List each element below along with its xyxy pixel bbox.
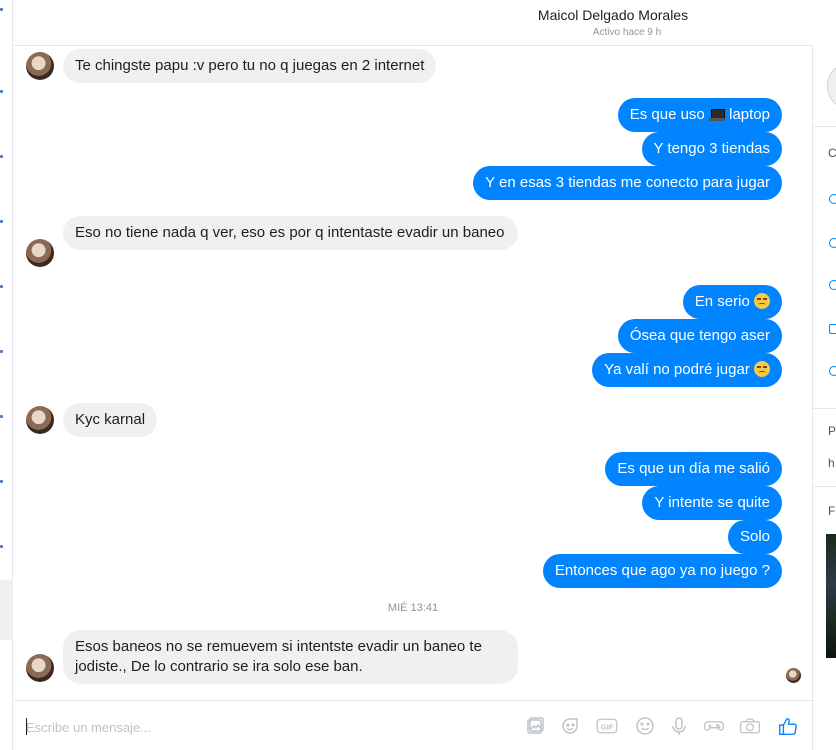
message-text: Ósea que tengo aser xyxy=(629,327,770,344)
game-controller-icon[interactable] xyxy=(701,715,727,737)
message-text: Te chingste papu :v pero tu no q juegas … xyxy=(75,57,425,74)
incoming-message[interactable]: Kyc karnal xyxy=(63,403,158,437)
message-text: Eso no tiene nada q ver, eso es por q in… xyxy=(75,224,505,241)
like-icon[interactable] xyxy=(776,715,800,737)
message-input[interactable] xyxy=(26,718,486,736)
incoming-message[interactable]: Te chingste papu :v pero tu no q juegas … xyxy=(63,49,437,83)
left-pane-edge xyxy=(0,0,13,750)
message-text: Y tengo 3 tiendas xyxy=(653,140,770,157)
left-pane-marker xyxy=(0,155,3,158)
outgoing-message[interactable]: Entonces que ago ya no juego ? xyxy=(542,554,782,588)
outgoing-message[interactable]: En serio xyxy=(682,285,782,319)
message-text: Kyc karnal xyxy=(75,411,146,428)
contact-avatar[interactable] xyxy=(26,52,54,80)
read-receipt-avatar xyxy=(786,668,801,683)
message-text: Y intente se quite xyxy=(654,494,770,511)
left-pane-marker xyxy=(0,285,3,288)
message-text: Entonces que ago ya no juego ? xyxy=(554,562,770,579)
message-composer: GIF xyxy=(14,700,812,750)
left-pane-selected-row[interactable] xyxy=(0,580,13,640)
photo-icon[interactable] xyxy=(524,715,546,737)
gif-label: GIF xyxy=(601,722,614,731)
emoji-icon[interactable] xyxy=(634,715,656,737)
outgoing-message[interactable]: Es que uso laptop xyxy=(617,98,782,132)
text-caret xyxy=(26,718,27,735)
left-pane-marker xyxy=(0,480,3,483)
divider xyxy=(813,408,836,409)
outgoing-message[interactable]: Ósea que tengo aser xyxy=(617,319,782,353)
contact-status: Activo hace 9 h xyxy=(592,27,662,38)
disappointed-face-emoji-icon xyxy=(754,361,770,377)
contact-avatar[interactable] xyxy=(26,654,54,682)
details-section-label: F xyxy=(828,504,836,518)
left-pane-marker xyxy=(0,350,3,353)
gif-icon[interactable]: GIF xyxy=(594,715,620,737)
details-avatar[interactable] xyxy=(827,62,836,110)
message-text: Es que uso xyxy=(629,106,705,123)
outgoing-message[interactable]: Y tengo 3 tiendas xyxy=(641,132,782,166)
divider xyxy=(813,486,836,487)
left-pane-marker xyxy=(0,8,3,11)
details-option-icon[interactable] xyxy=(829,366,836,376)
camera-icon[interactable] xyxy=(737,715,763,737)
incoming-message[interactable]: Esos baneos no se remuevem si intentste … xyxy=(63,630,518,684)
outgoing-message[interactable]: Es que un día me salió xyxy=(605,452,782,486)
conversation-header: Maicol Delgado Morales Activo hace 9 h xyxy=(14,0,812,46)
divider xyxy=(813,126,836,127)
sticker-icon[interactable] xyxy=(559,715,581,737)
laptop-emoji-icon xyxy=(708,108,725,122)
message-text: Solo xyxy=(739,528,770,545)
message-thread[interactable]: Te chingste papu :v pero tu no q juegas … xyxy=(14,46,812,700)
outgoing-message[interactable]: Solo xyxy=(727,520,782,554)
contact-name[interactable]: Maicol Delgado Morales xyxy=(14,7,812,23)
contact-avatar[interactable] xyxy=(26,406,54,434)
contact-avatar[interactable] xyxy=(26,239,54,267)
left-pane-marker xyxy=(0,90,3,93)
outgoing-message[interactable]: Y intente se quite xyxy=(642,486,782,520)
details-option-icon[interactable] xyxy=(829,194,836,204)
details-option-icon[interactable] xyxy=(829,238,836,248)
microphone-icon[interactable] xyxy=(668,715,690,737)
outgoing-message[interactable]: Ya valí no podré jugar xyxy=(592,353,782,387)
conversation-details-pane: C P h F xyxy=(812,46,836,750)
details-section-label: P xyxy=(828,424,836,438)
details-option-icon[interactable] xyxy=(829,324,836,334)
shared-photo-thumbnail[interactable] xyxy=(826,534,836,658)
message-text: Esos baneos no se remuevem si intentste … xyxy=(75,638,482,675)
message-text: En serio xyxy=(694,293,750,310)
left-pane-marker xyxy=(0,415,3,418)
details-link[interactable]: h xyxy=(828,456,835,470)
details-option-icon[interactable] xyxy=(829,280,836,290)
outgoing-message[interactable]: Y en esas 3 tiendas me conecto para juga… xyxy=(473,166,782,200)
message-text: Es que un día me salió xyxy=(617,460,770,477)
timestamp-divider: MIÉ 13:41 xyxy=(387,602,439,614)
message-text: Ya valí no podré jugar xyxy=(604,361,750,378)
left-pane-marker xyxy=(0,220,3,223)
message-text: Y en esas 3 tiendas me conecto para juga… xyxy=(485,174,770,191)
details-section-label: C xyxy=(828,146,836,160)
message-text: laptop xyxy=(724,106,770,123)
disappointed-face-emoji-icon xyxy=(754,293,770,309)
left-pane-marker xyxy=(0,545,3,548)
incoming-message[interactable]: Eso no tiene nada q ver, eso es por q in… xyxy=(63,216,518,250)
